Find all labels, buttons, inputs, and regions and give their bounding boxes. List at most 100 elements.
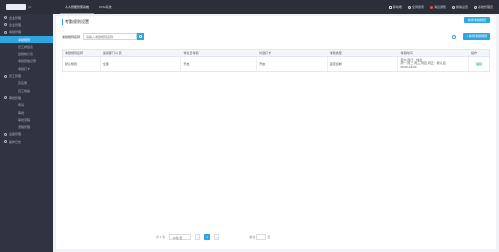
avatar (473, 5, 477, 9)
search-icon (139, 35, 143, 38)
clock-icon (4, 30, 7, 34)
refresh-icon[interactable] (452, 35, 456, 39)
next-page-button[interactable]: > (214, 234, 220, 240)
search-button[interactable] (137, 33, 145, 40)
mobile-label: 移动端 (392, 5, 402, 9)
sidebar-item-employees[interactable]: 员工管理 (0, 72, 53, 79)
global-search-label: 全局搜索 (411, 5, 424, 9)
search-icon (407, 5, 411, 9)
user-menu[interactable]: 系统管理员 (473, 5, 493, 9)
time-line: 09:00-18:00 (400, 64, 417, 69)
field-clock-cell: 开启 (257, 57, 328, 71)
palette-icon (451, 5, 455, 9)
sidebar-item-attendance[interactable]: 考勤管理 (0, 29, 53, 36)
top-bar: ptf 人人智能管家系统 PCM系统 移动端 全局搜索 消息通知 换肤设置 系统… (0, 0, 499, 14)
search-input[interactable] (83, 33, 138, 40)
theme-settings-label: 换肤设置 (455, 5, 468, 9)
column-header: 外勤打卡 (259, 51, 272, 55)
goto-page: 前往 页 (249, 234, 270, 240)
add-rule-button[interactable]: + 新增考勤规则 (463, 33, 490, 40)
device-icon (4, 132, 7, 136)
company-logo (6, 4, 26, 10)
tab-pcm[interactable]: PCM系统 (94, 0, 117, 14)
sidebar-item-label: 员工管理 (9, 74, 22, 79)
sidebar-item-clock-in[interactable]: 考勤打卡 (0, 65, 53, 72)
main-panel: 考勤规则设置 新增考勤规则 考勤规则名称 + 新增考勤规则 考勤规则名称 适用部… (56, 16, 496, 249)
top-right-actions: 移动端 全局搜索 消息通知 换肤设置 系统管理员 (388, 0, 493, 14)
scope-cell: 全部 (101, 57, 182, 71)
search-row: 考勤规则名称 (62, 33, 145, 40)
mobile-link[interactable]: 移动端 (388, 5, 402, 9)
page-title: 考勤规则设置 (62, 19, 89, 25)
table-header: 考勤规则名称 适用部门/人员 休息日考勤 外勤打卡 考勤类型 考勤时间 操作 (62, 49, 490, 57)
sidebar-item-label: 考勤规则 (18, 37, 31, 42)
column-header: 考勤规则名称 (65, 51, 84, 55)
sidebar-item-apply[interactable]: 申请 (0, 102, 53, 109)
sidebar-item-label: 员工档案 (18, 88, 31, 93)
sidebar-item-label: 考勤打卡 (18, 66, 31, 71)
sidebar-item-label: 花名册 (18, 81, 28, 86)
sidebar-item-employee-files[interactable]: 员工档案 (0, 87, 53, 94)
sidebar-item-label: 员工排班表 (18, 44, 34, 49)
goto-page-input[interactable] (256, 234, 267, 240)
column-header: 休息日考勤 (183, 51, 199, 55)
top-nav: 人人智能管家系统 PCM系统 (60, 0, 117, 14)
user-icon (4, 74, 7, 78)
new-rule-top-button[interactable]: 新增考勤规则 (463, 17, 490, 23)
checklist-icon (4, 96, 7, 100)
rule-name-cell: 默认规则 (63, 57, 101, 71)
log-icon (4, 140, 7, 144)
attendance-type-cell: 固定班制 (328, 57, 399, 71)
goto-label: 前往 (249, 235, 256, 239)
sidebar-item-logs[interactable]: 操作日志 (0, 138, 53, 145)
sidebar-item-enterprise-2[interactable]: 企业管理 (0, 21, 53, 28)
rules-table: 考勤规则名称 适用部门/人员 休息日考勤 外勤打卡 考勤类型 考勤时间 操作 默… (62, 49, 490, 72)
global-search-link[interactable]: 全局搜索 (407, 5, 424, 9)
column-header: 考勤类型 (329, 51, 342, 55)
sidebar-item-attendance-stats[interactable]: 出勤统计表 (0, 50, 53, 57)
mobile-icon (388, 5, 392, 9)
sidebar-item-approvals[interactable]: 审批管理 (0, 94, 53, 101)
sidebar-item-label: 审批管理 (9, 95, 22, 100)
sidebar-item-enterprise-1[interactable]: 企业管理 (0, 14, 53, 21)
notifications-link[interactable]: 消息通知 (429, 5, 446, 9)
edit-link[interactable]: 编辑 (475, 62, 483, 66)
sidebar-item-label: 流程管理 (18, 125, 31, 130)
building-icon (4, 23, 7, 27)
sidebar-item-label: 申请 (18, 103, 25, 108)
sidebar-item-label: 考勤原始记录 (18, 59, 37, 64)
operation-cell: 编辑 (469, 57, 489, 71)
column-header: 适用部门/人员 (102, 51, 122, 55)
sidebar-item-raw-records[interactable]: 考勤原始记录 (0, 58, 53, 65)
sidebar-item-label: 企业管理 (9, 22, 22, 27)
logo-subtitle: ptf (28, 5, 32, 9)
sidebar-item-label: 审批流程 (18, 117, 31, 122)
building-icon (4, 16, 7, 20)
sidebar-item-approval-flow[interactable]: 审批流程 (0, 116, 53, 123)
page-number-current[interactable]: 1 (204, 234, 211, 240)
sidebar-item-label: 设备管理 (9, 132, 22, 137)
sidebar-item-devices[interactable]: 设备管理 (0, 131, 53, 138)
rest-day-cell: 开启 (181, 57, 258, 71)
table-row: 默认规则 全部 开启 开启 固定班制 周六,周日：休息 周一,周二,周三,周四,… (62, 57, 490, 72)
sidebar: 企业管理 企业管理 考勤管理 考勤规则 员工排班表 出勤统计表 考勤原始记录 考… (0, 14, 53, 252)
sidebar-item-shift-table[interactable]: 员工排班表 (0, 43, 53, 50)
goto-suffix: 页 (267, 235, 271, 239)
column-header: 操作 (471, 51, 478, 55)
user-name: 系统管理员 (477, 5, 493, 9)
sidebar-item-roster[interactable]: 花名册 (0, 80, 53, 87)
column-header: 考勤时间 (400, 51, 413, 55)
notification-badge-icon (429, 5, 433, 9)
prev-page-button[interactable]: < (195, 234, 201, 240)
sidebar-item-label: 审批 (18, 110, 25, 115)
sidebar-item-approve[interactable]: 审批 (0, 109, 53, 116)
sidebar-item-label: 考勤管理 (9, 30, 22, 35)
page-size-select[interactable]: 10条/页 (169, 234, 192, 240)
theme-settings-link[interactable]: 换肤设置 (451, 5, 468, 9)
sidebar-item-flow-management[interactable]: 流程管理 (0, 123, 53, 130)
sidebar-item-attendance-rules[interactable]: 考勤规则 (0, 35, 53, 44)
sidebar-item-label: 企业管理 (9, 15, 22, 20)
pagination: 共 1 条 10条/页 < 1 > 前往 页 (156, 234, 270, 240)
notifications-label: 消息通知 (433, 5, 446, 9)
tab-smart-butler[interactable]: 人人智能管家系统 (60, 0, 95, 14)
